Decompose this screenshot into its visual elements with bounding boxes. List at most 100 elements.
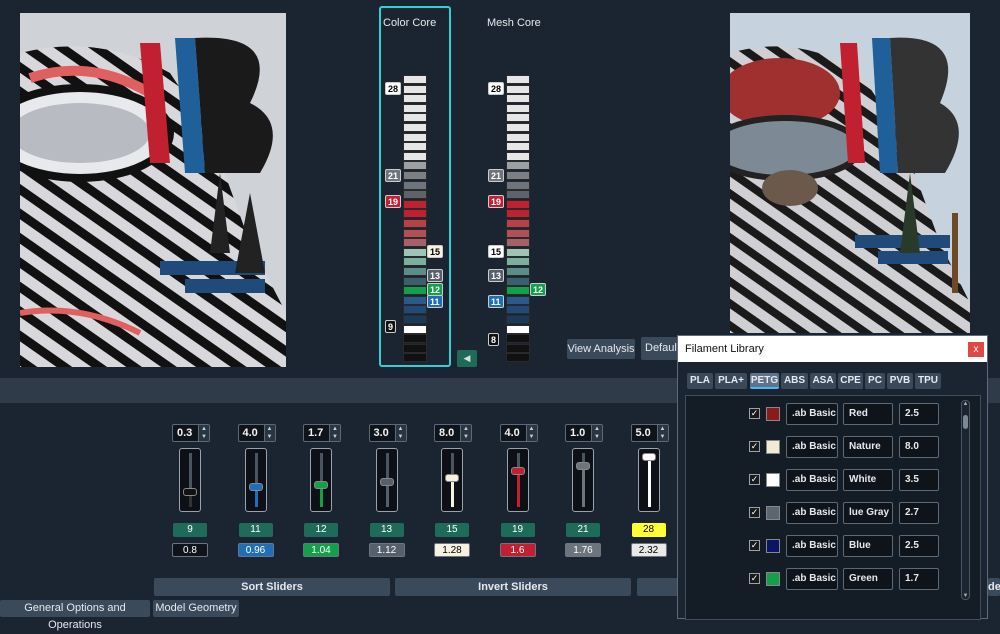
layer-marker[interactable]: 9	[385, 320, 397, 333]
filament-checkbox[interactable]: ✓	[749, 507, 760, 518]
slider-spinbox[interactable]: 0.3 ▲ ▼	[172, 424, 210, 442]
spin-up-icon[interactable]: ▲	[592, 425, 602, 433]
spin-down-icon[interactable]: ▼	[592, 433, 602, 441]
slider-handle[interactable]	[183, 487, 197, 496]
spin-up-icon[interactable]: ▲	[527, 425, 537, 433]
invert-sliders-button[interactable]: Invert Sliders	[395, 578, 631, 596]
slider-spinbox[interactable]: 3.0 ▲ ▼	[368, 424, 407, 442]
slider-spinbox[interactable]: 8.0 ▲ ▼	[434, 424, 472, 442]
td-field[interactable]: 2.5	[899, 403, 939, 425]
filament-checkbox[interactable]: ✓	[749, 474, 760, 485]
vertical-slider[interactable]	[375, 448, 398, 512]
sort-sliders-button[interactable]: Sort Sliders	[154, 578, 390, 596]
slider-spinbox[interactable]: 4.0 ▲ ▼	[499, 424, 538, 442]
tab-model-geometry[interactable]: Model Geometry	[153, 600, 239, 617]
layer-marker[interactable]: 15	[427, 245, 444, 258]
slider-spinbox[interactable]: 1.0 ▲ ▼	[565, 424, 603, 442]
spin-arrows[interactable]: ▲ ▼	[394, 425, 406, 441]
td-field[interactable]: 3.5	[899, 469, 939, 491]
slider-handle[interactable]	[379, 478, 394, 487]
spin-up-icon[interactable]: ▲	[265, 425, 275, 433]
color-name-field[interactable]: Nature	[843, 436, 893, 458]
layer-marker[interactable]: 13	[488, 269, 505, 282]
slider-handle[interactable]	[445, 473, 459, 482]
color-name-field[interactable]: White	[843, 469, 893, 491]
spin-down-icon[interactable]: ▼	[265, 433, 275, 441]
mesh-core-stack[interactable]	[506, 75, 530, 365]
tab-asa[interactable]: ASA	[810, 373, 836, 389]
layer-marker[interactable]: 28	[385, 82, 402, 95]
slider-spinbox[interactable]: 1.7 ▲ ▼	[303, 424, 341, 442]
color-core-stack[interactable]	[403, 75, 427, 365]
spin-arrows[interactable]: ▲ ▼	[198, 425, 209, 441]
color-name-field[interactable]: Blue	[843, 535, 893, 557]
filament-row[interactable]: ✓ .ab Basic Nature 8.0	[686, 435, 956, 459]
td-field[interactable]: 8.0	[899, 436, 939, 458]
brand-field[interactable]: .ab Basic	[786, 436, 838, 458]
tab-pvb[interactable]: PVB	[887, 373, 913, 389]
tab-pc[interactable]: PC	[865, 373, 885, 389]
spin-down-icon[interactable]: ▼	[461, 433, 471, 441]
spin-arrows[interactable]: ▲ ▼	[460, 425, 471, 441]
filament-list[interactable]: ✓ .ab Basic Red 2.5 ✓ .ab Basic Nature 8.0 ✓ .ab …	[685, 395, 981, 620]
layer-marker[interactable]: 12	[530, 283, 547, 296]
slider-handle[interactable]	[314, 480, 328, 489]
filament-checkbox[interactable]: ✓	[749, 408, 760, 419]
spin-arrows[interactable]: ▲ ▼	[263, 425, 275, 441]
vertical-slider[interactable]	[441, 448, 463, 512]
tab-petg[interactable]: PETG	[750, 373, 779, 389]
slider-handle[interactable]	[248, 482, 263, 491]
layer-marker[interactable]: 11	[488, 295, 504, 308]
filament-checkbox[interactable]: ✓	[749, 540, 760, 551]
td-field[interactable]: 1.7	[899, 568, 939, 590]
slider-handle[interactable]	[510, 466, 525, 475]
spin-arrows[interactable]: ▲ ▼	[329, 425, 340, 441]
filament-row[interactable]: ✓ .ab Basic Blue 2.5	[686, 534, 956, 558]
vertical-slider[interactable]	[310, 448, 332, 512]
brand-field[interactable]: .ab Basic	[786, 502, 838, 524]
filament-row[interactable]: ✓ .ab Basic Red 2.5	[686, 402, 956, 426]
tab-abs[interactable]: ABS	[781, 373, 808, 389]
td-field[interactable]: 2.7	[899, 502, 939, 524]
slider-handle[interactable]	[576, 462, 590, 471]
spin-down-icon[interactable]: ▼	[330, 433, 340, 441]
spin-up-icon[interactable]: ▲	[199, 425, 209, 433]
spin-up-icon[interactable]: ▲	[461, 425, 471, 433]
slider-spinbox[interactable]: 5.0 ▲ ▼	[630, 424, 669, 442]
collapse-arrow-button[interactable]: ◀	[457, 350, 477, 367]
spin-arrows[interactable]: ▲ ▼	[656, 425, 668, 441]
filament-checkbox[interactable]: ✓	[749, 573, 760, 584]
partial-button-right[interactable]: de	[988, 578, 1000, 596]
filament-library-dialog[interactable]: Filament Library x PLA PLA+ PETG ABS ASA CPE P…	[677, 335, 988, 620]
spin-down-icon[interactable]: ▼	[396, 433, 406, 441]
layer-marker[interactable]: 19	[488, 195, 505, 208]
tab-pla-plus[interactable]: PLA+	[715, 373, 747, 389]
layer-marker[interactable]: 8	[488, 333, 500, 346]
spin-arrows[interactable]: ▲ ▼	[591, 425, 602, 441]
spin-down-icon[interactable]: ▼	[199, 433, 209, 441]
brand-field[interactable]: .ab Basic	[786, 469, 838, 491]
filament-checkbox[interactable]: ✓	[749, 441, 760, 452]
layer-marker[interactable]: 28	[488, 82, 505, 95]
layer-marker[interactable]: 11	[427, 295, 443, 308]
spin-up-icon[interactable]: ▲	[658, 425, 668, 433]
scroll-down-icon[interactable]: ▼	[962, 593, 969, 599]
vertical-slider[interactable]	[572, 448, 594, 512]
spin-down-icon[interactable]: ▼	[527, 433, 537, 441]
vertical-slider[interactable]	[506, 448, 529, 512]
spin-up-icon[interactable]: ▲	[396, 425, 406, 433]
brand-field[interactable]: .ab Basic	[786, 535, 838, 557]
color-name-field[interactable]: lue Gray	[843, 502, 893, 524]
slider-spinbox[interactable]: 4.0 ▲ ▼	[237, 424, 276, 442]
tab-general-options[interactable]: General Options and Operations	[0, 600, 150, 631]
td-field[interactable]: 2.5	[899, 535, 939, 557]
brand-field[interactable]: .ab Basic	[786, 403, 838, 425]
color-name-field[interactable]: Red	[843, 403, 893, 425]
scroll-up-icon[interactable]: ▲	[962, 401, 969, 407]
brand-field[interactable]: .ab Basic	[786, 568, 838, 590]
filament-row[interactable]: ✓ .ab Basic lue Gray 2.7	[686, 501, 956, 525]
filament-row[interactable]: ✓ .ab Basic Green 1.7	[686, 567, 956, 591]
layer-marker[interactable]: 19	[385, 195, 402, 208]
tab-tpu[interactable]: TPU	[915, 373, 941, 389]
vertical-slider[interactable]	[637, 448, 660, 512]
